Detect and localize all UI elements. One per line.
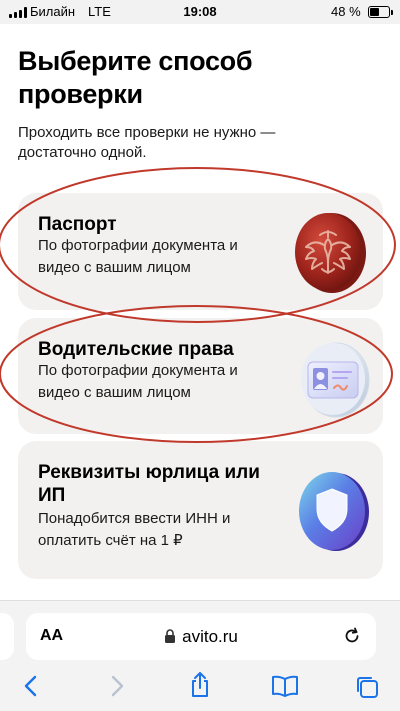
back-icon[interactable] bbox=[22, 674, 40, 698]
option-card-company-details[interactable]: Реквизиты юрлица или ИП Понадобится ввес… bbox=[18, 441, 383, 579]
battery-fill bbox=[370, 8, 379, 16]
forward-icon[interactable] bbox=[108, 674, 126, 698]
address-bar[interactable]: AA avito.ru bbox=[26, 613, 376, 660]
battery-tip bbox=[391, 10, 393, 15]
reload-icon[interactable] bbox=[342, 626, 362, 646]
shield-icon bbox=[299, 472, 369, 551]
option-card-passport[interactable]: Паспорт По фотографии документа и видео … bbox=[18, 193, 383, 310]
url-display[interactable]: avito.ru bbox=[26, 627, 376, 647]
tabs-icon[interactable] bbox=[354, 674, 380, 700]
page-subtitle: Проходить все проверки не нужно — достат… bbox=[18, 124, 276, 161]
drivers-license-card-icon bbox=[301, 342, 370, 418]
option-description: По фотографии документа и видео с вашим … bbox=[38, 237, 238, 276]
battery-percent: 48 % bbox=[331, 4, 361, 19]
bookmarks-icon[interactable] bbox=[270, 674, 300, 698]
previous-tab-edge[interactable] bbox=[0, 613, 14, 660]
page-title: Выберите способ проверки bbox=[18, 46, 253, 109]
option-description: По фотографии документа и видео с вашим … bbox=[38, 362, 238, 401]
url-text: avito.ru bbox=[182, 627, 238, 646]
option-title: Водительские права bbox=[38, 339, 234, 360]
browser-toolbar: AA avito.ru bbox=[0, 600, 400, 711]
lock-icon bbox=[165, 629, 176, 643]
option-title: Реквизиты юрлица или ИП bbox=[38, 462, 260, 506]
share-icon[interactable] bbox=[188, 671, 212, 699]
option-description: Понадобится ввести ИНН и оплатить счёт н… bbox=[38, 510, 231, 549]
option-title: Паспорт bbox=[38, 214, 117, 235]
passport-coat-of-arms-icon bbox=[295, 213, 366, 293]
status-bar: Билайн LTE 19:08 48 % bbox=[0, 0, 400, 24]
option-card-drivers-license[interactable]: Водительские права По фотографии докумен… bbox=[18, 318, 383, 434]
battery-icon bbox=[368, 6, 390, 18]
